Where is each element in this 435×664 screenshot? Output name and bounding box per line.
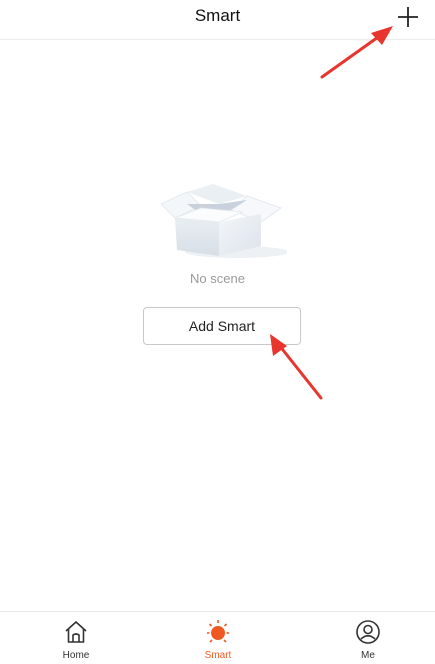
empty-box-illustration (160, 184, 287, 258)
top-bar: Smart (0, 0, 435, 40)
add-smart-button[interactable]: Add Smart (143, 307, 301, 345)
add-scene-button[interactable] (395, 4, 421, 30)
tab-home-label: Home (62, 650, 90, 661)
tab-home[interactable]: Home (36, 612, 116, 664)
empty-state-message: No scene (190, 271, 245, 286)
tab-smart-label: Smart (204, 650, 232, 661)
sun-icon (207, 620, 229, 643)
home-icon (65, 621, 87, 643)
plus-icon (398, 7, 418, 27)
bottom-tab-bar: Home Smart Me (0, 611, 435, 664)
tab-me-label: Me (361, 650, 375, 661)
user-icon (356, 620, 380, 644)
tab-smart[interactable]: Smart (178, 612, 258, 664)
tab-me[interactable]: Me (328, 612, 408, 664)
smart-screen: Smart No scene Add Smart Home Smart Me (0, 0, 435, 664)
page-title: Smart (194, 6, 241, 25)
